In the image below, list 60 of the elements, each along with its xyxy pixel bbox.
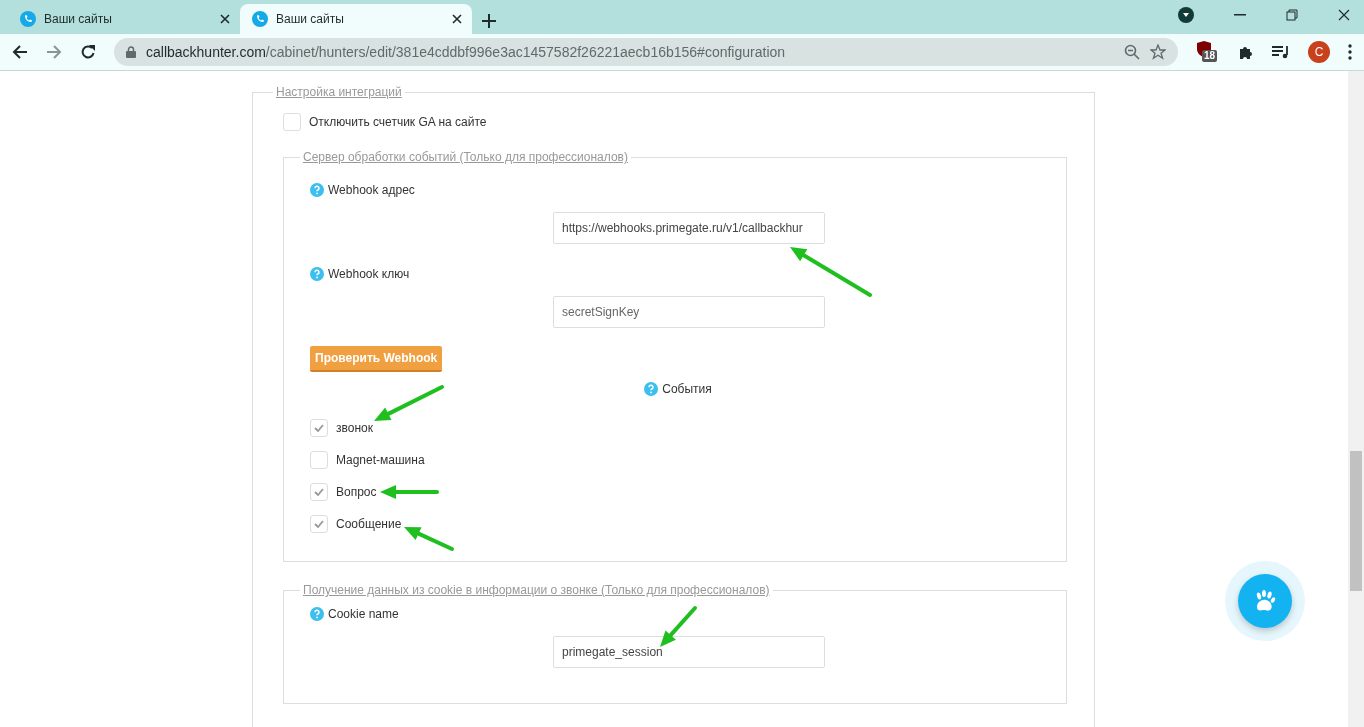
checkbox-label: Magnet-машина: [336, 453, 425, 467]
extension-badge: 18: [1202, 50, 1218, 62]
help-icon[interactable]: [644, 382, 659, 396]
menu-icon[interactable]: [1348, 44, 1352, 60]
browser-tab[interactable]: Ваши сайты: [8, 4, 240, 34]
help-icon[interactable]: [310, 267, 324, 281]
close-icon[interactable]: [1338, 9, 1350, 21]
checkbox[interactable]: [310, 451, 328, 469]
phone-icon: [20, 11, 36, 27]
field-label: События: [662, 382, 712, 396]
input-field[interactable]: primegate_session: [553, 636, 825, 668]
tab-search-icon[interactable]: [1178, 7, 1194, 23]
annotation-arrow: [380, 485, 439, 499]
forward-icon[interactable]: [46, 44, 62, 60]
address-bar[interactable]: callbackhunter.com/cabinet/hunters/edit/381e4cddbf996e3ac1457582f26221aecb16b156#configuration: [114, 38, 1178, 66]
close-icon[interactable]: [452, 14, 462, 24]
checkbox-label: Сообщение: [336, 517, 402, 531]
scrollbar-thumb[interactable]: [1350, 451, 1362, 591]
reload-icon[interactable]: [80, 44, 96, 60]
checkbox-label: Отключить счетчик GA на сайте: [309, 115, 487, 129]
minimize-icon[interactable]: [1234, 14, 1246, 16]
tab-title: Ваши сайты: [44, 12, 113, 26]
checkbox[interactable]: [310, 419, 328, 437]
annotation-arrow: [404, 527, 454, 551]
checkbox-label: звонок: [336, 421, 373, 435]
restore-icon[interactable]: [1286, 9, 1298, 21]
url-text: callbackhunter.com/cabinet/hunters/edit/381e4cddbf996e3ac1457582f26221aecb16b156#configuration: [146, 44, 787, 60]
scrollbar[interactable]: [1348, 71, 1364, 727]
section-legend: Получение данных из cookie в информации о звонке (Только для профессионалов): [300, 583, 773, 597]
checkmark-icon: [314, 488, 324, 496]
media-queue-icon[interactable]: [1272, 45, 1290, 59]
checkbox-label: Вопрос: [336, 485, 377, 499]
browser-tab[interactable]: Ваши сайты: [240, 4, 472, 34]
callback-widget-button[interactable]: [1238, 574, 1292, 628]
checkbox[interactable]: [310, 483, 328, 501]
zoom-out-icon[interactable]: [1124, 44, 1140, 60]
checkbox[interactable]: [310, 515, 328, 533]
help-icon[interactable]: [310, 607, 324, 621]
input-field[interactable]: secretSignKey: [553, 296, 825, 328]
phone-icon: [252, 11, 268, 27]
annotation-arrow: [660, 606, 697, 647]
star-icon[interactable]: [1150, 44, 1166, 60]
checkmark-icon: [314, 520, 324, 528]
section-legend: Сервер обработки событий (Только для профессионалов): [300, 150, 631, 164]
new-tab-icon[interactable]: [482, 14, 496, 28]
puzzle-icon[interactable]: [1238, 44, 1254, 60]
lock-icon: [126, 46, 136, 58]
field-label: Cookie name: [328, 607, 399, 621]
help-icon[interactable]: [310, 183, 324, 197]
checkmark-icon: [314, 424, 324, 432]
section-legend: Настройка интеграций: [273, 85, 405, 99]
input-field[interactable]: https://webhooks.primegate.ru/v1/callbackhur: [553, 212, 825, 244]
annotation-arrow: [374, 385, 444, 421]
field-label: Webhook адрес: [328, 183, 415, 197]
profile-avatar[interactable]: C: [1308, 41, 1330, 63]
tab-title: Ваши сайты: [276, 12, 345, 26]
checkbox[interactable]: [283, 113, 301, 131]
close-icon[interactable]: [220, 14, 230, 24]
field-label: Webhook ключ: [328, 267, 410, 281]
back-icon[interactable]: [12, 44, 28, 60]
